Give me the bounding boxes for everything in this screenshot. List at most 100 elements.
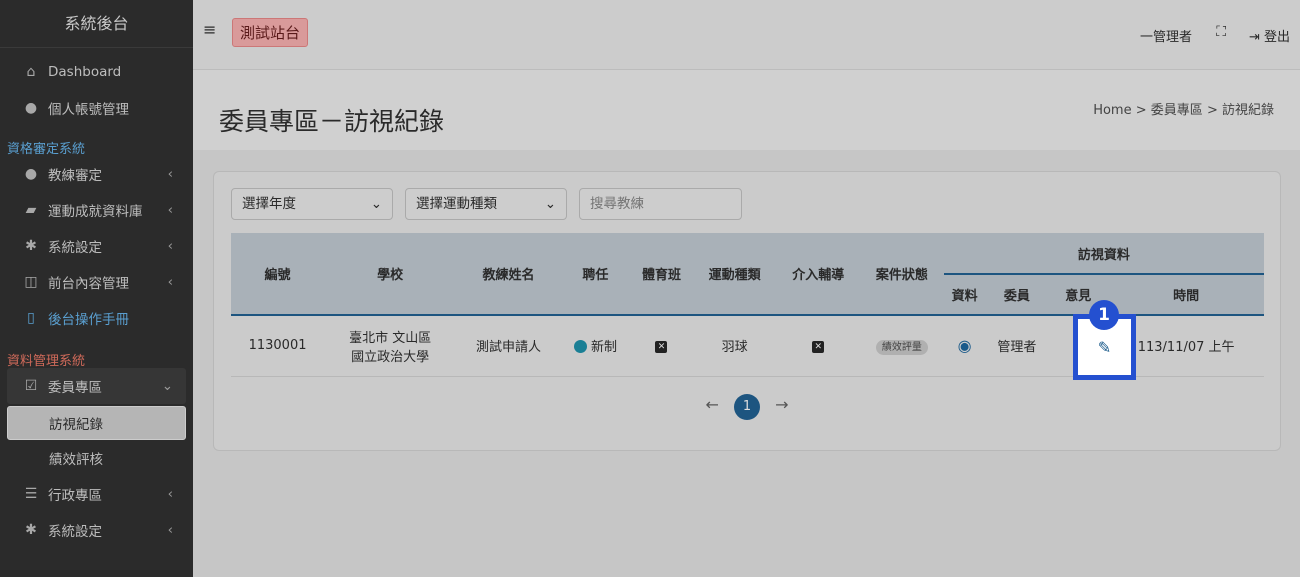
gear-icon: ✱ (22, 522, 40, 538)
chevron-down-icon: ⌄ (162, 378, 173, 394)
sport-select[interactable]: 選擇運動種類 ⌄ (405, 188, 567, 220)
th-hire: 聘任 (561, 233, 630, 315)
page-1-button[interactable]: 1 (734, 394, 760, 420)
gear-icon: ✱ (22, 238, 40, 254)
th-school: 學校 (324, 233, 456, 315)
th-intervene: 介入輔導 (776, 233, 860, 315)
label: 前台內容管理 (48, 272, 129, 292)
logout-label: 登出 (1264, 30, 1290, 45)
th-time: 時間 (1108, 274, 1264, 315)
section-qualification: 資格審定系統 (0, 138, 193, 156)
cell-intervene: ✕ (776, 315, 860, 376)
chevron-down-icon: ⌄ (371, 189, 382, 219)
sidebar-item-coach-review[interactable]: ● 教練審定 ‹ (0, 156, 193, 192)
coach-search-input[interactable] (579, 188, 742, 220)
th-status: 案件狀態 (860, 233, 944, 315)
x-square-icon: ✕ (812, 341, 824, 353)
sidebar-item-manual[interactable]: ▯ 後台操作手冊 (0, 300, 193, 336)
th-id: 編號 (231, 233, 324, 315)
fullscreen-icon[interactable]: ⛶ (1216, 24, 1226, 40)
pagination: ← 1 → (214, 394, 1280, 420)
sep: > (1136, 103, 1147, 118)
cell-status: 績效評量 (860, 315, 944, 376)
topbar: ≡ 測試站台 一管理者 ⛶ ⇥ 登出 (193, 0, 1300, 70)
label: 運動成就資料庫 (48, 200, 143, 220)
cell-school: 臺北市 文山區國立政治大學 (324, 315, 456, 376)
sidebar-item-front-content[interactable]: ◫ 前台內容管理 ‹ (0, 264, 193, 300)
th-sport: 運動種類 (693, 233, 777, 315)
home-icon: ⌂ (22, 64, 40, 80)
cell-sport: 羽球 (693, 315, 777, 376)
logout-button[interactable]: ⇥ 登出 (1249, 26, 1290, 45)
chevron-left-icon: ‹ (168, 486, 173, 502)
section-data: 資料管理系統 (0, 350, 193, 368)
sidebar-item-admin[interactable]: ☰ 行政專區 ‹ (0, 476, 193, 512)
th-member: 委員 (986, 274, 1049, 315)
site-label: 測試站台 (232, 18, 308, 47)
menu-toggle-icon[interactable]: ≡ (203, 20, 216, 39)
label: 委員專區 (48, 376, 102, 396)
eye-icon[interactable]: ◉ (958, 336, 972, 355)
sidebar-item-dashboard[interactable]: ⌂ Dashboard (0, 54, 193, 90)
cell-coach: 測試申請人 (456, 315, 561, 376)
cell-hire: 新制 (561, 315, 630, 376)
school-district: 臺北市 文山區 (324, 327, 456, 346)
hire-text: 新制 (591, 340, 617, 355)
label: 後台操作手冊 (48, 308, 129, 328)
user-icon: ● (22, 100, 40, 116)
page-title: 委員專區－訪視紀錄 (219, 102, 444, 138)
sport-select-value: 選擇運動種類 (416, 196, 497, 212)
page-header: 委員專區－訪視紀錄 Home > 委員專區 > 訪視紀錄 (193, 70, 1300, 150)
th-visit: 訪視資料 (944, 233, 1264, 274)
cell-member: 管理者 (986, 315, 1049, 376)
status-badge: 績效評量 (876, 340, 928, 355)
x-square-icon: ✕ (655, 341, 667, 353)
breadcrumb-current: 訪視紀錄 (1222, 103, 1274, 118)
school-name: 國立政治大學 (324, 346, 456, 365)
label: 系統設定 (48, 520, 102, 540)
chevron-left-icon: ‹ (168, 202, 173, 218)
list-check-icon: ☰ (22, 486, 40, 502)
file-icon: ▯ (22, 310, 40, 326)
year-select-value: 選擇年度 (242, 196, 296, 212)
breadcrumb: Home > 委員專區 > 訪視紀錄 (1093, 99, 1274, 118)
next-page-button[interactable]: → (775, 395, 788, 414)
logout-icon: ⇥ (1249, 30, 1260, 45)
chevron-down-icon: ⌄ (545, 189, 556, 219)
sidebar-item-committee[interactable]: ☑ 委員專區 ⌄ (7, 368, 186, 404)
label: 系統設定 (48, 236, 102, 256)
label: 教練審定 (48, 164, 102, 184)
label: Dashboard (48, 64, 121, 80)
brand: 系統後台 (0, 0, 193, 48)
edit-icon: ✎ (1098, 338, 1111, 357)
sidebar-item-performance[interactable]: 績效評核 (0, 440, 193, 476)
cell-id: 1130001 (231, 315, 324, 376)
columns-icon: ◫ (22, 274, 40, 290)
calendar-check-icon: ☑ (22, 378, 40, 394)
status-dot-icon (574, 340, 587, 353)
sidebar-item-account[interactable]: ● 個人帳號管理 (0, 90, 193, 126)
sidebar-item-sports-db[interactable]: ▰運動成就資料庫‹ (0, 192, 193, 228)
breadcrumb-committee[interactable]: 委員專區 (1151, 103, 1203, 118)
year-select[interactable]: 選擇年度 ⌄ (231, 188, 393, 220)
label: 個人帳號管理 (48, 98, 129, 118)
th-coach: 教練姓名 (456, 233, 561, 315)
chevron-left-icon: ‹ (168, 274, 173, 290)
sidebar-item-settings[interactable]: ✱ 系統設定 ‹ (0, 228, 193, 264)
sidebar-item-settings-2[interactable]: ✱ 系統設定 ‹ (0, 512, 193, 548)
annotation-marker: 1 (1089, 300, 1119, 330)
chevron-left-icon: ‹ (168, 522, 173, 538)
breadcrumb-home[interactable]: Home (1093, 103, 1131, 118)
sidebar-item-visit-records[interactable]: 訪視紀錄 (7, 406, 186, 440)
sep: > (1207, 103, 1218, 118)
chevron-left-icon: ‹ (168, 166, 173, 182)
label: 行政專區 (48, 484, 102, 504)
prev-page-button[interactable]: ← (706, 395, 719, 414)
chevron-left-icon: ‹ (168, 238, 173, 254)
th-data: 資料 (944, 274, 986, 315)
cell-data: ◉ (944, 315, 986, 376)
user-check-icon: ● (22, 166, 40, 182)
sidebar: 系統後台 ⌂Dashboard ●個人帳號管理 資格審定系統 ●教練審定‹ ▰運… (0, 0, 193, 577)
user-menu[interactable]: 一管理者 (1140, 26, 1192, 45)
th-pe-class: 體育班 (630, 233, 693, 315)
